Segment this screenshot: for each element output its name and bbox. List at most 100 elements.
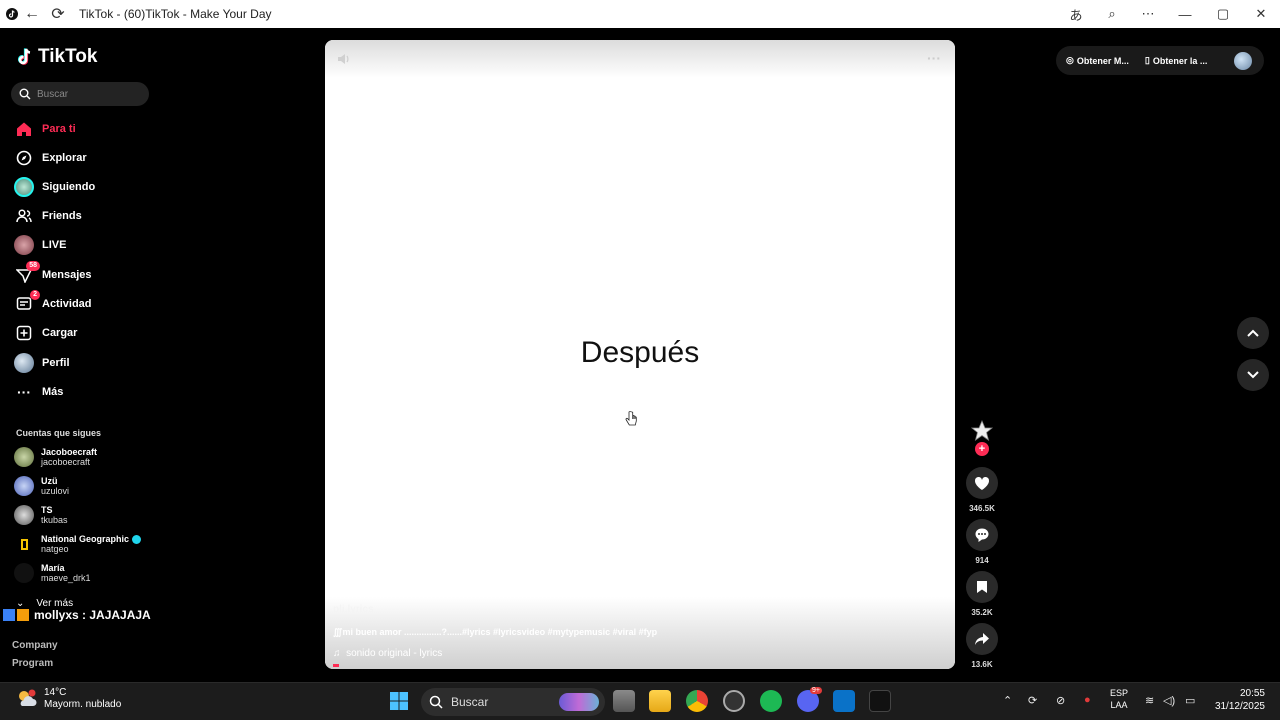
tiktok-logo-icon	[17, 48, 31, 65]
previous-video-button[interactable]	[1237, 317, 1269, 349]
following-item[interactable]: National Geographic natgeo	[14, 534, 141, 554]
nav-explorar[interactable]: Explorar	[14, 147, 87, 169]
microphone-icon[interactable]: ●	[1084, 694, 1091, 706]
search-icon	[19, 88, 31, 100]
coin-icon: ◎	[1066, 55, 1074, 65]
logo-text: TikTok	[38, 46, 98, 67]
comment-icon	[975, 528, 989, 542]
nav-cargar[interactable]: Cargar	[14, 322, 77, 344]
nav-mensajes[interactable]: 58 Mensajes	[14, 261, 92, 286]
search-input[interactable]: Buscar	[11, 82, 149, 106]
network-off-icon[interactable]: ⊘	[1056, 694, 1065, 707]
nav-label: Mensajes	[42, 269, 92, 281]
clock[interactable]: 20:55 31/12/2025	[1210, 687, 1265, 713]
windows-taskbar: 14°C Mayorm. nublado Buscar 9+ ⌃ ⟳ ⊘ ● ES…	[0, 682, 1280, 720]
language-indicator[interactable]: ESP LAA	[1110, 687, 1128, 711]
maximize-button[interactable]: ▢	[1204, 0, 1242, 28]
hand-cursor-icon	[625, 411, 637, 426]
more-options-icon[interactable]: ⋯	[1130, 0, 1166, 28]
minimize-button[interactable]: —	[1166, 0, 1204, 28]
like-button[interactable]	[966, 467, 998, 499]
spotify-icon[interactable]	[760, 690, 782, 712]
creator-avatar[interactable]	[970, 420, 994, 444]
window-title: TikTok - (60)TikTok - Make Your Day	[79, 7, 272, 21]
top-right-toolbar: ◎ Obtener M... ▯ Obtener la ...	[1056, 46, 1264, 75]
wifi-icon[interactable]: ≋	[1145, 694, 1154, 707]
comment-button[interactable]	[966, 519, 998, 551]
follow-plus-button[interactable]: +	[975, 442, 989, 456]
chevron-up-icon[interactable]: ⌃	[1003, 694, 1012, 707]
volume-icon[interactable]: ◁)	[1163, 694, 1175, 707]
more-icon: ···	[17, 384, 31, 400]
nav-friends[interactable]: Friends	[14, 205, 82, 227]
save-button[interactable]	[966, 571, 998, 603]
overlay-comment: mollyxs : JAJAJAJA	[3, 608, 151, 622]
get-coins-button[interactable]: ◎ Obtener M...	[1066, 55, 1129, 66]
video-more-icon[interactable]: ···	[927, 50, 941, 66]
following-item[interactable]: Jacoboecraft jacoboecraft	[14, 447, 97, 467]
activity-icon: 2	[14, 290, 40, 314]
tiktok-app-icon	[5, 7, 19, 21]
nav-para-ti[interactable]: Para ti	[14, 118, 76, 140]
video-top-gradient	[325, 40, 955, 78]
messages-badge: 58	[26, 261, 40, 271]
phone-icon: ▯	[1144, 55, 1150, 65]
nav-live[interactable]: LIVE	[14, 234, 66, 256]
avatar	[14, 476, 34, 496]
footer-link-program[interactable]: Program	[12, 658, 53, 669]
video-progress[interactable]	[333, 664, 339, 667]
video-author[interactable]: pli.lyrics	[333, 604, 374, 615]
home-icon	[14, 119, 34, 139]
refresh-icon[interactable]: ⟳	[45, 0, 71, 28]
file-explorer-icon[interactable]	[649, 690, 671, 712]
nav-label: Actividad	[42, 298, 92, 310]
nav-actividad[interactable]: 2 Actividad	[14, 290, 92, 315]
friends-icon	[14, 206, 34, 226]
nav-perfil[interactable]: Perfil	[14, 352, 70, 374]
following-item[interactable]: Uzü uzulovi	[14, 476, 69, 496]
verified-icon	[131, 535, 141, 545]
next-video-button[interactable]	[1237, 359, 1269, 391]
task-view-icon[interactable]	[613, 690, 635, 712]
sidebar: TikTok Buscar Para ti Explorar Siguiendo…	[0, 28, 180, 682]
windows-start-icon[interactable]	[389, 691, 409, 711]
nav-label: Friends	[42, 210, 82, 222]
footer-link-company[interactable]: Company	[12, 640, 58, 651]
translate-icon[interactable]: あ	[1058, 0, 1094, 28]
following-item[interactable]: María maeve_drk1	[14, 563, 91, 583]
video-sound[interactable]: ♫ sonido original - lyrics	[333, 648, 442, 659]
following-item[interactable]: TS tkubas	[14, 505, 68, 525]
nav-mas[interactable]: ··· Más	[14, 381, 63, 403]
obs-icon[interactable]	[723, 690, 745, 712]
inbox-icon: 58	[14, 261, 40, 285]
cloud-sun-icon	[19, 689, 37, 706]
window-titlebar: ← ⟳ TikTok - (60)TikTok - Make Your Day …	[0, 0, 1280, 28]
video-player[interactable]: ··· Después pli.lyrics ∭mi buen amor ...…	[325, 40, 955, 669]
sync-icon[interactable]: ⟳	[1028, 694, 1037, 707]
chrome-icon[interactable]	[686, 690, 708, 712]
profile-avatar[interactable]	[1234, 51, 1252, 70]
heart-icon	[974, 476, 990, 490]
close-button[interactable]: ✕	[1242, 0, 1280, 28]
following-avatar	[14, 177, 34, 197]
battery-icon[interactable]: ▭	[1185, 694, 1195, 707]
upload-icon	[14, 323, 34, 343]
vscode-icon[interactable]	[833, 690, 855, 712]
taskbar-search[interactable]: Buscar	[421, 688, 605, 716]
activity-badge: 2	[30, 290, 40, 300]
share-button[interactable]	[966, 623, 998, 655]
search-placeholder: Buscar	[37, 88, 69, 100]
get-app-button[interactable]: ▯ Obtener la ...	[1145, 55, 1207, 66]
live-avatar	[14, 235, 34, 255]
nav-label: Para ti	[42, 123, 76, 135]
nav-label: Perfil	[42, 357, 70, 369]
music-note-icon: ♫	[333, 648, 341, 659]
back-icon[interactable]: ←	[19, 0, 45, 28]
volume-icon[interactable]	[337, 52, 351, 69]
nav-siguiendo[interactable]: Siguiendo	[14, 176, 95, 198]
tiktok-taskbar-icon[interactable]	[869, 690, 891, 712]
weather-widget[interactable]: 14°C Mayorm. nublado	[16, 687, 121, 711]
following-section-title: Cuentas que sigues	[16, 428, 102, 438]
search-icon[interactable]: ⌕	[1094, 0, 1130, 28]
tiktok-logo[interactable]: TikTok	[16, 46, 97, 68]
